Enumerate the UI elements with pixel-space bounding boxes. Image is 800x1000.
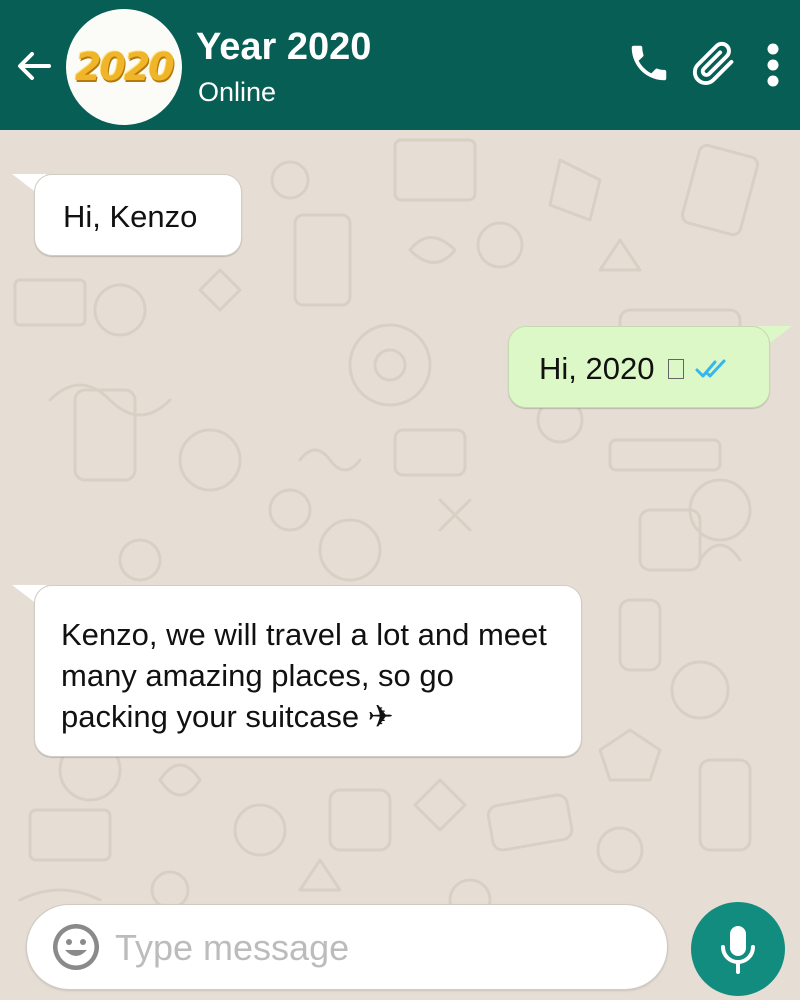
chat-header: 2020 Year 2020 Online bbox=[0, 0, 800, 130]
message-composer bbox=[26, 904, 668, 990]
contact-avatar[interactable]: 2020 bbox=[66, 9, 182, 125]
paperclip-icon bbox=[692, 41, 734, 86]
message-incoming[interactable]: Kenzo, we will travel a lot and meet man… bbox=[34, 585, 582, 757]
message-text: Hi, 2020 bbox=[539, 351, 655, 386]
more-options-button[interactable] bbox=[758, 40, 788, 90]
phone-icon bbox=[631, 45, 667, 81]
message-input[interactable] bbox=[115, 923, 645, 973]
message-incoming[interactable]: Hi, Kenzo bbox=[34, 174, 242, 256]
back-arrow-icon bbox=[18, 52, 51, 80]
message-outgoing[interactable]: Hi, 2020 bbox=[508, 326, 770, 408]
call-button[interactable] bbox=[624, 38, 674, 88]
more-vert-icon bbox=[767, 43, 779, 87]
chat-wallpaper bbox=[0, 130, 800, 1000]
mic-icon bbox=[721, 926, 755, 974]
contact-name[interactable]: Year 2020 bbox=[196, 26, 371, 69]
missing-emoji-glyph bbox=[668, 358, 685, 379]
contact-status: Online bbox=[198, 77, 277, 107]
emoji-icon[interactable] bbox=[51, 922, 101, 972]
mic-button[interactable] bbox=[691, 902, 785, 996]
back-button[interactable] bbox=[14, 46, 54, 86]
wallpaper-doodles bbox=[13, 138, 760, 922]
message-text: Kenzo, we will travel a lot and meet man… bbox=[61, 617, 547, 734]
attach-button[interactable] bbox=[686, 36, 740, 90]
message-text: Hi, Kenzo bbox=[63, 199, 198, 234]
read-receipt-icon bbox=[694, 350, 730, 391]
avatar-text: 2020 bbox=[75, 45, 175, 89]
